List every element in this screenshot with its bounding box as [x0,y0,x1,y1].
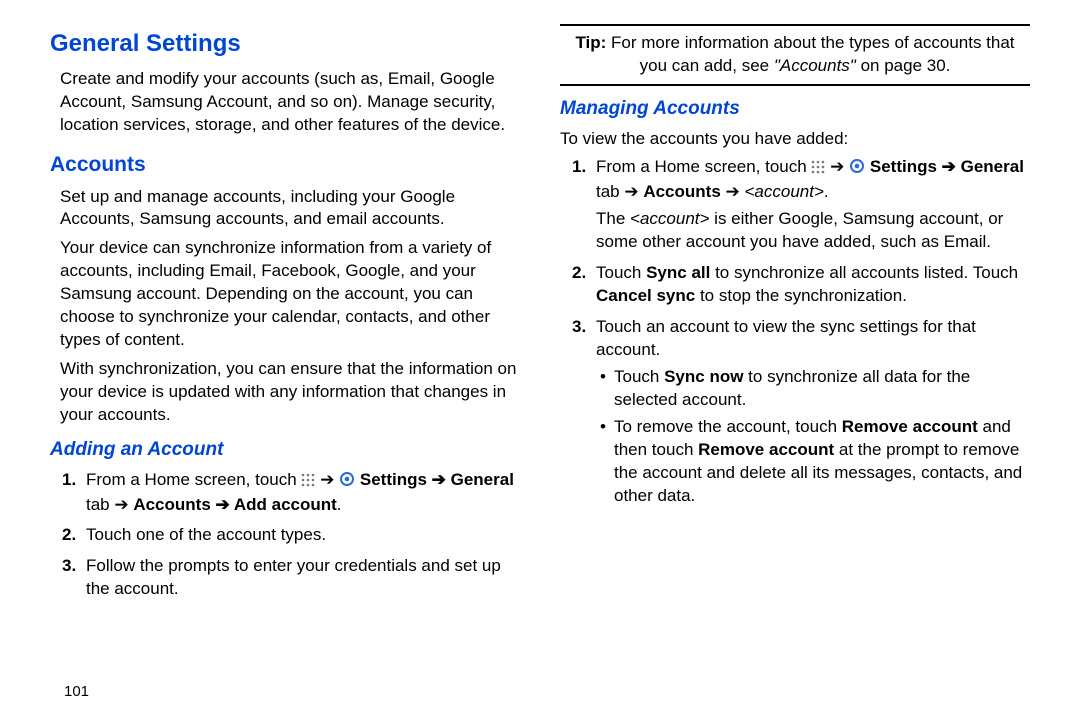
text: Touch [614,367,664,386]
adding-account-steps: 1. From a Home screen, touch ➔ Settings … [62,469,520,602]
add-step-3: 3. Follow the prompts to enter your cred… [62,555,520,601]
right-column: Tip: For more information about the type… [550,24,1040,710]
para-accounts-2: Your device can synchronize information … [60,237,520,352]
text: Touch [596,263,646,282]
text: The [596,209,630,228]
page-number: 101 [64,682,89,702]
step-text: From a Home screen, touch [86,470,301,489]
bold-settings: Settings ➔ [870,157,961,176]
manage-step-2: 2. Touch Sync all to synchronize all acc… [572,262,1030,308]
step-text: Follow the prompts to enter your credent… [86,556,501,598]
heading-managing-accounts: Managing Accounts [560,96,1030,122]
period: . [824,182,829,201]
managing-steps: 1. From a Home screen, touch ➔ Settings … [572,156,1030,507]
step-number: 2. [572,262,586,285]
step1-explanation: The <account> is either Google, Samsung … [596,208,1030,254]
arrow: ➔ [825,157,849,176]
left-column: General Settings Create and modify your … [40,24,530,710]
bold-general: General [451,470,514,489]
step-text: From a Home screen, touch [596,157,811,176]
para-view-accounts: To view the accounts you have added: [560,128,1030,151]
heading-accounts: Accounts [50,151,520,179]
bold-settings: Settings ➔ [360,470,451,489]
manage-step-3: 3. Touch an account to view the sync set… [572,316,1030,508]
bold-accounts-add: Accounts ➔ Add account [133,495,336,514]
step-number: 1. [62,469,76,492]
bullet-remove-account: To remove the account, touch Remove acco… [600,416,1030,508]
period: . [337,495,342,514]
text: to stop the synchronization. [695,286,907,305]
text: to synchronize all accounts listed. Touc… [710,263,1018,282]
bold-accounts: Accounts [643,182,720,201]
step-text: Touch one of the account types. [86,525,326,544]
italic-account: <account> [745,182,824,201]
bullet-sync-now: Touch Sync now to synchronize all data f… [600,366,1030,412]
add-step-2: 2. Touch one of the account types. [62,524,520,547]
apps-grid-icon [811,158,825,181]
bold-remove-account-2: Remove account [698,440,834,459]
manual-page: General Settings Create and modify your … [0,0,1080,720]
settings-gear-icon [849,158,865,181]
para-accounts-1: Set up and manage accounts, including yo… [60,186,520,232]
para-accounts-3: With synchronization, you can ensure tha… [60,358,520,427]
add-step-1: 1. From a Home screen, touch ➔ Settings … [62,469,520,517]
apps-grid-icon [301,471,315,494]
step3-bullets: Touch Sync now to synchronize all data f… [600,366,1030,508]
bold-sync-now: Sync now [664,367,743,386]
bold-general: General [961,157,1024,176]
tip-box: Tip: For more information about the type… [560,24,1030,86]
text-tab: tab ➔ [86,495,133,514]
settings-gear-icon [339,471,355,494]
tip-text-b: on page 30. [856,56,951,75]
tip-label: Tip: [575,33,606,52]
step-text: Touch an account to view the sync settin… [596,317,976,359]
arrow: ➔ [315,470,339,489]
bold-sync-all: Sync all [646,263,710,282]
tip-ref: "Accounts" [774,56,856,75]
step-number: 3. [62,555,76,578]
italic-account: <account> [630,209,709,228]
manage-step-1: 1. From a Home screen, touch ➔ Settings … [572,156,1030,254]
heading-adding-account: Adding an Account [50,437,520,463]
heading-general-settings: General Settings [50,28,520,60]
text-tab: tab ➔ [596,182,643,201]
step-number: 3. [572,316,586,339]
step-number: 1. [572,156,586,179]
bold-cancel-sync: Cancel sync [596,286,695,305]
step-number: 2. [62,524,76,547]
arrow2: ➔ [721,182,745,201]
text: To remove the account, touch [614,417,842,436]
para-general-intro: Create and modify your accounts (such as… [60,68,520,137]
bold-remove-account: Remove account [842,417,978,436]
